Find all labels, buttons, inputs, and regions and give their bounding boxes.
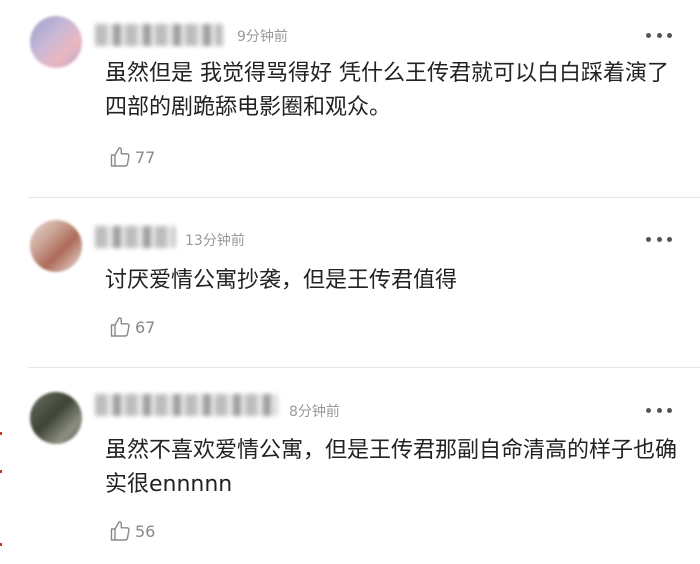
- comment-item: 8分钟前 虽然不喜欢爱情公寓，但是王传君那副自命清高的样子也确实很ennnnn …: [0, 368, 700, 564]
- more-options-button[interactable]: [646, 407, 672, 413]
- like-button[interactable]: 77: [108, 145, 155, 169]
- edge-mark: [0, 543, 2, 546]
- more-dots-icon: [646, 32, 651, 38]
- comment-text: 虽然但是 我觉得骂得好 凭什么王传君就可以白白踩着演了四部的剧跪舔电影圈和观众。: [105, 61, 669, 120]
- like-count: 56: [135, 521, 156, 541]
- comment-item: 9分钟前 虽然但是 我觉得骂得好 凭什么王传君就可以白白踩着演了四部的剧跪舔电影…: [0, 0, 700, 197]
- comment-text: 讨厌爱情公寓抄袭，但是王传君值得: [105, 268, 458, 293]
- like-button[interactable]: 67: [108, 315, 155, 339]
- like-count: 67: [135, 317, 156, 337]
- comment-time: 13分钟前: [185, 233, 245, 249]
- like-button[interactable]: 56: [108, 519, 155, 543]
- like-count: 77: [135, 147, 156, 167]
- username-blurred[interactable]: [95, 226, 175, 248]
- more-options-button[interactable]: [646, 32, 672, 38]
- thumbs-up-icon: [110, 317, 130, 337]
- comment-text: 虽然不喜欢爱情公寓，但是王传君那副自命清高的样子也确实很ennnnn: [105, 438, 678, 497]
- more-dots-icon: [646, 407, 651, 413]
- avatar[interactable]: [30, 220, 82, 272]
- username-blurred[interactable]: [95, 394, 277, 416]
- username-blurred[interactable]: [95, 24, 223, 46]
- edge-mark: [0, 432, 2, 435]
- more-options-button[interactable]: [646, 236, 672, 242]
- edge-mark: [0, 470, 2, 473]
- avatar[interactable]: [30, 16, 82, 68]
- thumbs-up-icon: [110, 521, 130, 541]
- comment-time: 8分钟前: [289, 404, 340, 420]
- thumbs-up-icon: [110, 147, 130, 167]
- more-dots-icon: [646, 236, 651, 242]
- comment-item: 13分钟前 讨厌爱情公寓抄袭，但是王传君值得 67: [0, 198, 700, 367]
- comment-time: 9分钟前: [237, 29, 288, 45]
- avatar[interactable]: [30, 392, 82, 444]
